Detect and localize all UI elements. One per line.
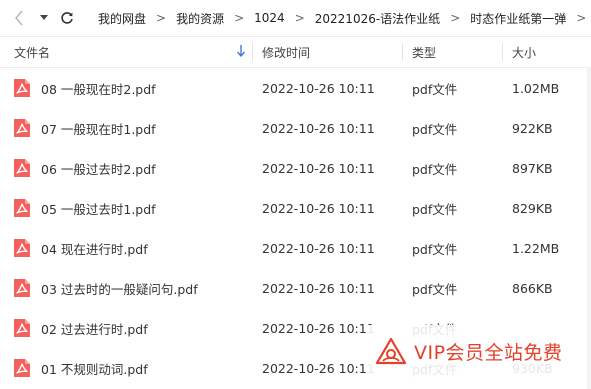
table-row[interactable]: 08 一般现在时2.pdf 2022-10-26 10:11 pdf文件 1.0… <box>0 68 591 108</box>
file-size: 866KB <box>512 280 553 296</box>
refresh-icon[interactable] <box>56 0 78 36</box>
vip-watermark: VIP会员全站免费 <box>366 325 578 377</box>
file-name[interactable]: 05 一般过去时1.pdf <box>41 188 156 228</box>
column-header-type-label: 类型 <box>412 45 437 60</box>
file-modified: 2022-10-26 10:11 <box>262 360 375 376</box>
history-dropdown-icon[interactable] <box>36 0 52 36</box>
file-modified: 2022-10-26 10:11 <box>262 80 375 96</box>
pdf-file-icon <box>12 78 32 98</box>
chevron-right-icon: > <box>576 11 587 25</box>
chevron-right-icon: > <box>450 11 461 25</box>
watermark-text: VIP会员全站免费 <box>414 341 563 364</box>
pdf-file-icon <box>12 118 32 138</box>
file-size: 829KB <box>512 200 553 216</box>
breadcrumb-item-grammar-worksheets[interactable]: 20221026-语法作业纸 <box>311 10 444 27</box>
toolbar: 我的网盘 > 我的资源 > 1024 > 20221026-语法作业纸 > 时态… <box>0 0 591 37</box>
table-row[interactable]: 04 现在进行时.pdf 2022-10-26 10:11 pdf文件 1.22… <box>0 228 591 268</box>
breadcrumb: 我的网盘 > 我的资源 > 1024 > 20221026-语法作业纸 > 时态… <box>94 10 591 27</box>
file-name[interactable]: 02 过去进行时.pdf <box>41 308 148 348</box>
nav-controls <box>0 0 78 36</box>
file-type: pdf文件 <box>412 81 458 97</box>
file-type: pdf文件 <box>412 161 458 177</box>
file-type: pdf文件 <box>412 121 458 137</box>
column-header-size-label: 大小 <box>512 45 537 60</box>
pdf-file-icon <box>12 158 32 178</box>
column-header: 文件名 修改时间 类型 大小 <box>0 37 591 68</box>
file-name[interactable]: 08 一般现在时2.pdf <box>41 68 156 108</box>
pdf-file-icon <box>12 358 32 378</box>
file-name[interactable]: 01 不规则动词.pdf <box>41 348 148 388</box>
column-header-name-label: 文件名 <box>14 45 51 60</box>
breadcrumb-item-1024[interactable]: 1024 <box>250 11 289 25</box>
file-modified: 2022-10-26 10:11 <box>262 160 375 176</box>
file-modified: 2022-10-26 10:11 <box>262 240 375 256</box>
table-row[interactable]: 05 一般过去时1.pdf 2022-10-26 10:11 pdf文件 829… <box>0 188 591 228</box>
file-size: 922KB <box>512 120 553 136</box>
file-size: 1.22MB <box>512 240 560 256</box>
file-name[interactable]: 06 一般过去时2.pdf <box>41 148 156 188</box>
file-type: pdf文件 <box>412 241 458 257</box>
table-row[interactable]: 06 一般过去时2.pdf 2022-10-26 10:11 pdf文件 897… <box>0 148 591 188</box>
back-icon[interactable] <box>8 0 30 36</box>
file-modified: 2022-10-26 10:11 <box>262 200 375 216</box>
pdf-file-icon <box>12 198 32 218</box>
chevron-right-icon: > <box>234 11 245 25</box>
column-header-modified-label: 修改时间 <box>262 45 311 60</box>
scrollbar[interactable] <box>587 67 591 389</box>
sort-down-arrow-icon <box>236 45 246 60</box>
file-modified: 2022-10-26 10:11 <box>262 320 375 336</box>
file-type: pdf文件 <box>412 281 458 297</box>
file-size: 1.02MB <box>512 80 560 96</box>
file-modified: 2022-10-26 10:11 <box>262 280 375 296</box>
vip-logo-icon <box>374 336 408 366</box>
file-name[interactable]: 04 现在进行时.pdf <box>41 228 148 268</box>
column-header-name[interactable]: 文件名 <box>0 37 253 67</box>
table-row[interactable]: 03 过去时的一般疑问句.pdf 2022-10-26 10:11 pdf文件 … <box>0 268 591 308</box>
breadcrumb-item-my-resources[interactable]: 我的资源 <box>172 10 228 27</box>
pdf-file-icon <box>12 238 32 258</box>
chevron-right-icon: > <box>156 11 167 25</box>
file-size: 897KB <box>512 160 553 176</box>
file-type: pdf文件 <box>412 201 458 217</box>
file-name[interactable]: 03 过去时的一般疑问句.pdf <box>41 268 198 308</box>
pdf-file-icon <box>12 278 32 298</box>
pdf-file-icon <box>12 318 32 338</box>
column-header-type[interactable]: 类型 <box>403 37 503 67</box>
table-row[interactable]: 07 一般现在时1.pdf 2022-10-26 10:11 pdf文件 922… <box>0 108 591 148</box>
file-modified: 2022-10-26 10:11 <box>262 120 375 136</box>
file-name[interactable]: 07 一般现在时1.pdf <box>41 108 156 148</box>
breadcrumb-item-tense-worksheets[interactable]: 时态作业纸第一弹 <box>466 10 570 27</box>
column-header-size[interactable]: 大小 <box>503 37 591 67</box>
column-header-modified[interactable]: 修改时间 <box>253 37 403 67</box>
breadcrumb-item-my-drive[interactable]: 我的网盘 <box>94 10 150 27</box>
chevron-right-icon: > <box>294 11 305 25</box>
